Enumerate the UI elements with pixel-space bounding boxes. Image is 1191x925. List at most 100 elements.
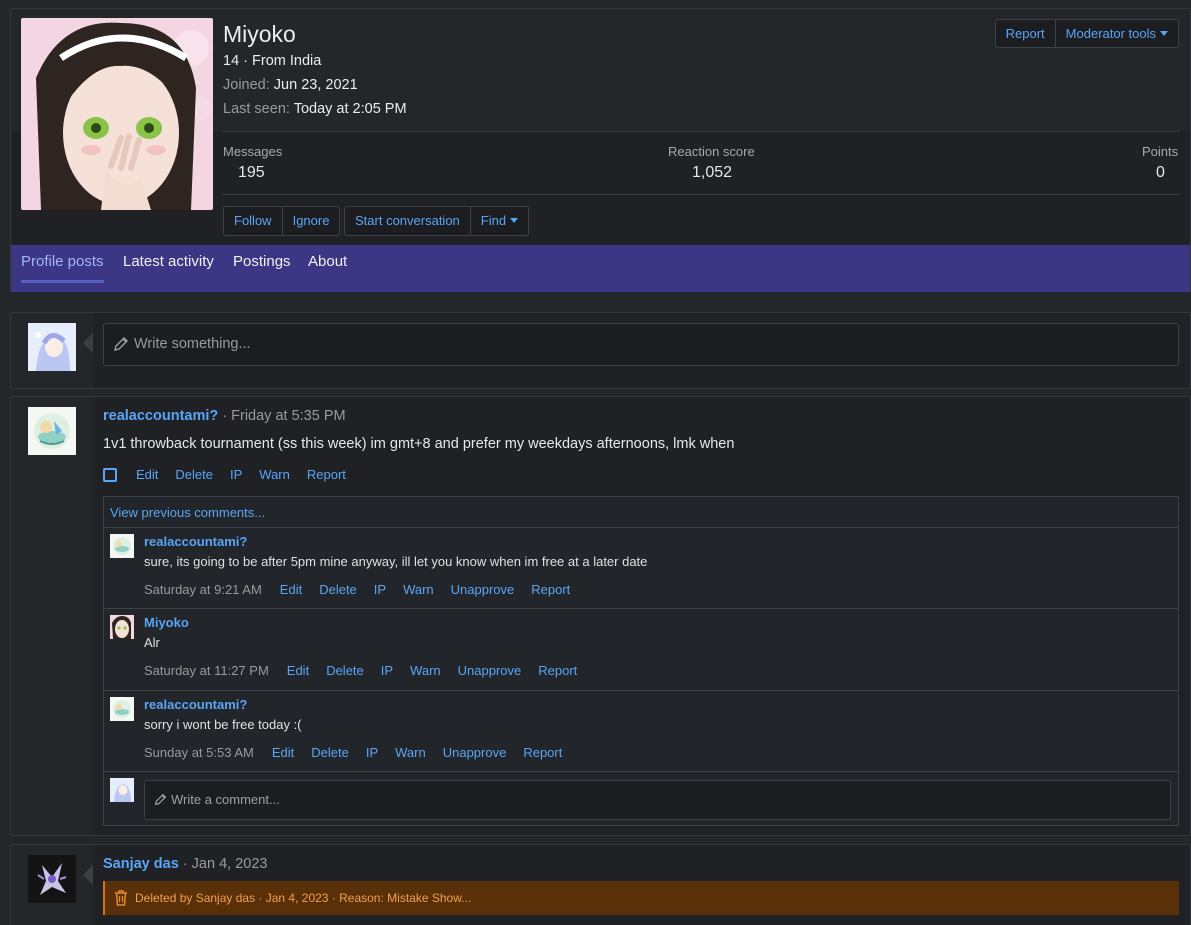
comment-report-link[interactable]: Report <box>531 582 570 597</box>
comment-author-name[interactable]: Miyoko <box>144 615 189 630</box>
comment-meta: Saturday at 9:21 AM Edit Delete IP Warn … <box>144 582 587 597</box>
stat-points-value[interactable]: 0 <box>1156 164 1165 182</box>
comment-author-name[interactable]: realaccountami? <box>144 534 247 549</box>
comments-box: View previous comments... realaccountami… <box>103 496 1179 826</box>
deleted-post-author-name[interactable]: Sanjay das <box>103 856 179 872</box>
comment-author-avatar[interactable] <box>110 697 134 721</box>
comment-unapprove-link[interactable]: Unapprove <box>443 745 507 760</box>
stat-messages-value[interactable]: 195 <box>238 164 265 182</box>
comment-date[interactable]: Saturday at 9:21 AM <box>144 582 262 597</box>
comment-text: sorry i wont be free today :( <box>144 717 302 732</box>
write-something-input[interactable]: Write something... <box>103 323 1179 366</box>
write-comment-input[interactable]: Write a comment... <box>144 780 1171 820</box>
comment-ip-link[interactable]: IP <box>381 663 393 678</box>
comment-text: sure, its going to be after 5pm mine any… <box>144 554 648 569</box>
comment-unapprove-link[interactable]: Unapprove <box>458 663 522 678</box>
comment-compose: Write a comment... <box>104 771 1178 826</box>
comment-item: Miyoko Alr Saturday at 11:27 PM Edit Del… <box>104 608 1178 690</box>
last-seen-row: Last seen: Today at 2:05 PM <box>223 101 407 117</box>
pencil-icon <box>154 793 167 806</box>
select-checkbox[interactable] <box>103 467 117 482</box>
trash-icon <box>115 890 127 906</box>
write-something-placeholder: Write something... <box>134 336 251 352</box>
post-author-avatar[interactable] <box>28 407 76 455</box>
post-warn-link[interactable]: Warn <box>259 467 290 482</box>
caret-down-icon <box>510 218 519 223</box>
comment-date[interactable]: Saturday at 11:27 PM <box>144 663 269 678</box>
post-edit-link[interactable]: Edit <box>136 467 158 482</box>
report-button[interactable]: Report <box>996 20 1055 47</box>
comment-author-avatar[interactable] <box>110 534 134 558</box>
post-body: 1v1 throwback tournament (ss this week) … <box>103 436 735 452</box>
deleted-post-date[interactable]: Jan 4, 2023 <box>192 856 268 872</box>
stat-points-label: Points <box>1142 144 1179 159</box>
caret-down-icon <box>1160 31 1168 36</box>
comment-meta: Saturday at 11:27 PM Edit Delete IP Warn… <box>144 663 594 678</box>
find-label: Find <box>480 213 507 228</box>
post-delete-link[interactable]: Delete <box>175 467 213 482</box>
post-report-link[interactable]: Report <box>307 467 346 482</box>
deleted-notice-text: Deleted by Sanjay das · Jan 4, 2023 · Re… <box>135 891 429 905</box>
start-conversation-button[interactable]: Start conversation <box>345 207 470 235</box>
tab-postings[interactable]: Postings <box>233 253 291 280</box>
comment-delete-link[interactable]: Delete <box>311 745 349 760</box>
comment-report-link[interactable]: Report <box>523 745 562 760</box>
last-seen-value: Today at 2:05 PM <box>293 101 407 117</box>
ignore-button[interactable]: Ignore <box>281 207 340 235</box>
deleted-post-avatar-column <box>11 845 93 925</box>
view-previous-comments-link[interactable]: View previous comments... <box>110 505 265 520</box>
show-deleted-link[interactable]: Show... <box>432 891 471 905</box>
joined-value: Jun 23, 2021 <box>273 77 358 93</box>
joined-row: Joined: Jun 23, 2021 <box>223 77 358 93</box>
profile-avatar[interactable] <box>21 18 213 210</box>
pencil-icon <box>114 337 128 351</box>
follow-button[interactable]: Follow <box>224 207 282 235</box>
comment-author-avatar[interactable] <box>110 615 134 639</box>
deleted-notice: Deleted by Sanjay das · Jan 4, 2023 · Re… <box>103 881 1179 915</box>
moderator-tools-button[interactable]: Moderator tools <box>1054 20 1178 47</box>
joined-label: Joined: <box>223 77 270 93</box>
current-user-avatar[interactable] <box>110 778 134 802</box>
last-seen-label: Last seen: <box>223 101 290 117</box>
comment-edit-link[interactable]: Edit <box>272 745 294 760</box>
profile-info-line: 14 · From India <box>223 53 322 69</box>
comment-delete-link[interactable]: Delete <box>319 582 357 597</box>
compose-avatar-column <box>11 313 93 388</box>
tab-about[interactable]: About <box>308 253 347 280</box>
compose-arrow <box>83 333 93 353</box>
comment-text: Alr <box>144 635 160 650</box>
comment-edit-link[interactable]: Edit <box>287 663 309 678</box>
moderator-tools-label: Moderator tools <box>1065 26 1156 41</box>
comment-warn-link[interactable]: Warn <box>410 663 441 678</box>
current-user-avatar[interactable] <box>28 323 76 371</box>
tab-profile-posts[interactable]: Profile posts <box>21 253 104 283</box>
deleted-post-author-avatar[interactable] <box>28 855 76 903</box>
post-author-name[interactable]: realaccountami? <box>103 408 218 424</box>
tab-latest-activity[interactable]: Latest activity <box>123 253 214 280</box>
comment-ip-link[interactable]: IP <box>374 582 386 597</box>
comment-warn-link[interactable]: Warn <box>403 582 434 597</box>
follow-ignore-group: Follow Ignore <box>223 206 341 236</box>
post-date[interactable]: Friday at 5:35 PM <box>231 408 345 424</box>
comment-edit-link[interactable]: Edit <box>280 582 302 597</box>
comment-date[interactable]: Sunday at 5:53 AM <box>144 745 254 760</box>
profile-top-buttons: Report Moderator tools <box>994 19 1179 48</box>
compose-block: Write something... <box>10 312 1191 389</box>
post-actions: Edit Delete IP Warn Report <box>103 467 363 482</box>
comment-unapprove-link[interactable]: Unapprove <box>451 582 515 597</box>
comment-item: realaccountami? sorry i wont be free tod… <box>104 690 1178 771</box>
stat-reaction-value[interactable]: 1,052 <box>692 164 732 182</box>
comment-report-link[interactable]: Report <box>538 663 577 678</box>
comment-author-name[interactable]: realaccountami? <box>144 697 247 712</box>
post-ip-link[interactable]: IP <box>230 467 242 482</box>
deleted-post-arrow <box>83 865 93 885</box>
comment-warn-link[interactable]: Warn <box>395 745 426 760</box>
comment-delete-link[interactable]: Delete <box>326 663 364 678</box>
stats-bottom-divider <box>223 194 1180 195</box>
comment-ip-link[interactable]: IP <box>366 745 378 760</box>
find-button[interactable]: Find <box>469 207 528 235</box>
stats-divider <box>223 131 1180 132</box>
post-avatar-column <box>11 397 93 835</box>
write-comment-placeholder: Write a comment... <box>171 792 280 807</box>
post-header: realaccountami? · Friday at 5:35 PM <box>103 408 346 424</box>
